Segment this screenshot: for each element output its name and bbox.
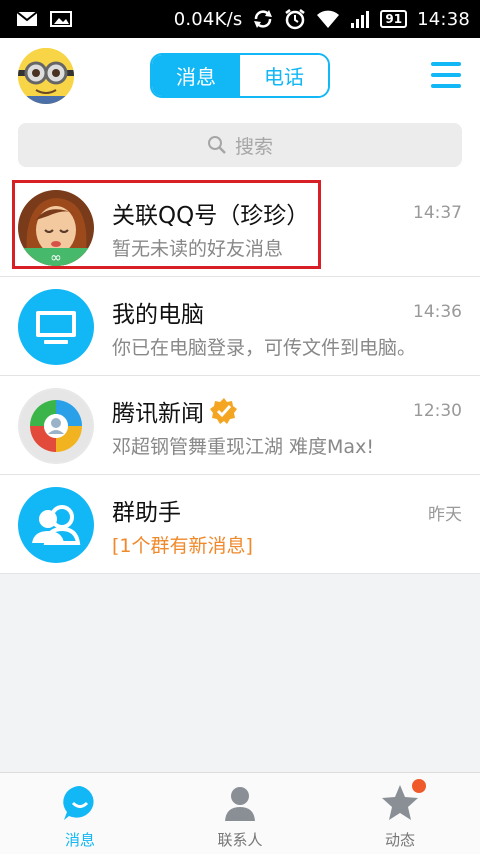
menu-icon[interactable] [431,62,461,88]
list-item-tencent-news[interactable]: 腾讯新闻 邓超钢管舞重现江湖 难度Max! 12:30 [0,376,480,475]
computer-icon [36,311,76,344]
status-bar: 0.04K/s 91 14:38 [0,0,480,38]
chat-bubble-icon [63,786,94,820]
tab-switcher: 消息 电话 [150,53,330,98]
conversation-title: 我的电脑 [112,302,204,328]
red-highlight-annotation [12,180,321,269]
mail-icon [16,11,38,26]
notification-badge [412,779,426,793]
avatar [18,487,94,563]
network-speed: 0.04K/s [173,8,243,30]
search-placeholder: 搜索 [234,135,273,158]
tab-messages[interactable]: 消息 [152,55,240,96]
tencent-news-icon [20,390,92,462]
conversation-time: 昨天 [428,505,462,525]
verified-badge-icon [210,398,237,424]
contacts-icon [225,787,255,821]
system-indicators: 0.04K/s 91 14:38 [174,8,470,30]
search-area: 搜索 [0,116,480,178]
bottom-navigation: 消息 联系人 动态 [0,772,480,854]
tab-calls[interactable]: 电话 [240,55,328,96]
list-item-my-computer[interactable]: 我的电脑 你已在电脑登录，可传文件到电脑。 14:36 [0,277,480,376]
conversation-title: 腾讯新闻 [112,394,238,428]
sync-icon [254,10,273,28]
conversation-time: 12:30 [413,401,462,421]
list-item-group-helper[interactable]: 群助手 [1个群有新消息] 昨天 [0,475,480,574]
notification-icons [16,11,72,27]
conversation-title: 群助手 [112,500,181,526]
alarm-icon [285,9,306,30]
avatar [18,388,94,464]
moments-icon-wrap [380,779,426,823]
group-icon [32,505,81,545]
image-icon [50,11,72,27]
search-icon [207,136,226,154]
nav-messages[interactable]: 消息 [0,773,160,854]
conversation-preview: 邓超钢管舞重现江湖 难度Max! [112,436,374,458]
qq-app-screen: 0.04K/s 91 14:38 消息 电话 搜索 ∞ 关联QQ号（珍珍） 暂无… [0,0,480,854]
conversation-preview: [1个群有新消息] [112,535,253,557]
search-input[interactable]: 搜索 [18,123,462,167]
nav-label: 联系人 [217,831,263,849]
nav-moments[interactable]: 动态 [320,773,480,854]
nav-label: 消息 [64,831,95,849]
wifi-icon [317,10,340,28]
conversation-list: ∞ 关联QQ号（珍珍） 暂无未读的好友消息 14:37 我的电脑 你已在电脑登录… [0,178,480,574]
signal-icon [351,11,370,28]
avatar [18,289,94,365]
battery-icon: 91 [380,10,408,28]
conversation-preview: 你已在电脑登录，可传文件到电脑。 [112,337,417,359]
nav-contacts[interactable]: 联系人 [160,773,320,854]
clock: 14:38 [417,8,470,30]
header: 消息 电话 [0,38,480,116]
my-avatar[interactable] [18,48,74,104]
battery-level: 91 [385,12,403,26]
nav-label: 动态 [384,831,415,849]
conversation-time: 14:36 [413,302,462,322]
conversation-time: 14:37 [413,203,462,223]
minion-avatar-icon [18,48,74,104]
list-item-linked-qq[interactable]: ∞ 关联QQ号（珍珍） 暂无未读的好友消息 14:37 [0,178,480,277]
